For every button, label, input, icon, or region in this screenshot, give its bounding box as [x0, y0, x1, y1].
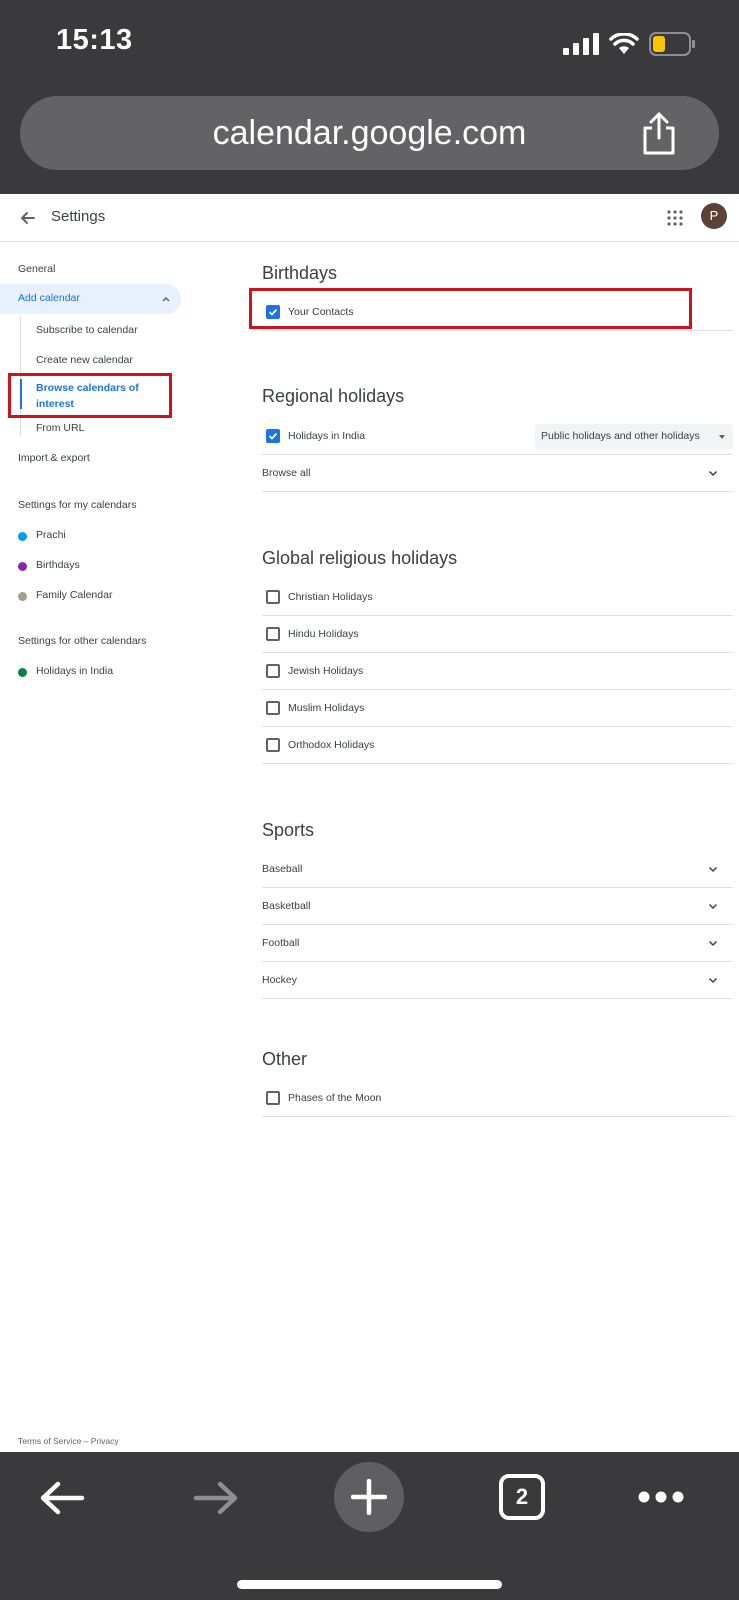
- sidebar-item-holidays-india[interactable]: Holidays in India: [36, 665, 113, 677]
- new-tab-button[interactable]: [334, 1462, 404, 1532]
- row-label: Your Contacts: [288, 306, 354, 318]
- chevron-down-icon[interactable]: [707, 900, 719, 912]
- sidebar-item-family-calendar[interactable]: Family Calendar: [36, 589, 112, 601]
- home-indicator[interactable]: [237, 1580, 502, 1589]
- page-title: Settings: [51, 208, 106, 225]
- back-arrow-icon[interactable]: [38, 1480, 86, 1516]
- list-item: Jewish Holidays: [262, 653, 733, 690]
- chevron-down-icon[interactable]: [707, 937, 719, 949]
- avatar[interactable]: P: [701, 203, 727, 229]
- sports-row-football[interactable]: Football: [262, 925, 733, 962]
- status-icons: [563, 30, 695, 58]
- list-item: Hindu Holidays: [262, 616, 733, 653]
- sidebar-item-label: Add calendar: [18, 292, 80, 304]
- checkbox-your-contacts[interactable]: [266, 305, 280, 319]
- sidebar-item-from-url[interactable]: From URL: [36, 422, 84, 434]
- list-item: Holidays in India Public holidays and ot…: [262, 418, 733, 455]
- row-label: Hindu Holidays: [288, 628, 359, 640]
- row-label: Holidays in India: [288, 430, 366, 442]
- row-label: Christian Holidays: [288, 591, 373, 603]
- row-label: Football: [262, 937, 300, 949]
- checkbox-muslim-holidays[interactable]: [266, 701, 280, 715]
- list-item: Your Contacts: [262, 294, 734, 331]
- chevron-down-icon[interactable]: [707, 467, 719, 479]
- status-time: 15:13: [56, 24, 133, 56]
- browser-bottom-bar: 2: [0, 1452, 739, 1600]
- dropdown-caret-icon: [719, 435, 725, 439]
- checkbox-orthodox-holidays[interactable]: [266, 738, 280, 752]
- row-label: Jewish Holidays: [288, 665, 364, 677]
- sidebar-heading-other-calendars: Settings for other calendars: [18, 635, 147, 647]
- calendar-color-dot: [18, 592, 27, 601]
- footer-links[interactable]: Terms of Service – Privacy: [18, 1436, 119, 1446]
- sidebar-heading-my-calendars: Settings for my calendars: [18, 499, 137, 511]
- sidebar-item-add-calendar[interactable]: Add calendar: [0, 284, 181, 314]
- back-arrow-icon[interactable]: [18, 208, 38, 228]
- more-options-icon[interactable]: [638, 1490, 684, 1504]
- browse-all-row[interactable]: Browse all: [262, 455, 733, 492]
- section-title-other: Other: [262, 1049, 308, 1069]
- list-item: Christian Holidays: [262, 579, 733, 616]
- chevron-down-icon[interactable]: [707, 974, 719, 986]
- sports-row-hockey[interactable]: Hockey: [262, 962, 733, 999]
- holiday-type-select[interactable]: Public holidays and other holidays: [535, 424, 733, 449]
- calendar-color-dot: [18, 562, 27, 571]
- row-label: Basketball: [262, 900, 311, 912]
- settings-sidebar: General Add calendar Subscribe to calend…: [0, 243, 200, 1443]
- forward-arrow-icon[interactable]: [192, 1480, 240, 1516]
- list-item: Muslim Holidays: [262, 690, 733, 727]
- list-item: Phases of the Moon: [262, 1080, 733, 1117]
- checkbox-christian-holidays[interactable]: [266, 590, 280, 604]
- sidebar-item-import-export[interactable]: Import & export: [18, 452, 90, 464]
- row-label: Browse all: [262, 467, 311, 479]
- browser-top-bar: 15:13 calendar.google.com: [0, 0, 739, 194]
- chevron-down-icon[interactable]: [707, 863, 719, 875]
- checkbox-holidays-india[interactable]: [266, 429, 280, 443]
- battery-icon: [649, 32, 695, 56]
- checkbox-hindu-holidays[interactable]: [266, 627, 280, 641]
- row-label: Hockey: [262, 974, 298, 986]
- checkmark-icon: [268, 308, 278, 316]
- row-label: Phases of the Moon: [288, 1092, 382, 1104]
- row-label: Muslim Holidays: [288, 702, 365, 714]
- highlight-box-sidebar: [8, 373, 172, 418]
- url-bar[interactable]: calendar.google.com: [20, 96, 719, 170]
- checkmark-icon: [268, 432, 278, 440]
- sidebar-item-subscribe[interactable]: Subscribe to calendar: [36, 324, 138, 336]
- plus-icon: [351, 1479, 387, 1515]
- sidebar-item-general[interactable]: General: [18, 263, 55, 275]
- tab-count-button[interactable]: 2: [499, 1474, 545, 1520]
- wifi-icon: [609, 33, 639, 54]
- calendar-color-dot: [18, 668, 27, 677]
- sidebar-item-create-new[interactable]: Create new calendar: [36, 354, 133, 366]
- section-title-regional: Regional holidays: [262, 386, 405, 406]
- sports-row-baseball[interactable]: Baseball: [262, 851, 733, 888]
- settings-header: Settings P: [0, 194, 739, 242]
- row-label: Orthodox Holidays: [288, 739, 375, 751]
- row-label: Baseball: [262, 863, 303, 875]
- url-text[interactable]: calendar.google.com: [20, 96, 719, 170]
- checkbox-phases-of-moon[interactable]: [266, 1091, 280, 1105]
- sidebar-item-prachi[interactable]: Prachi: [36, 529, 66, 541]
- share-icon[interactable]: [639, 110, 679, 156]
- section-title-sports: Sports: [262, 820, 315, 840]
- signal-icon: [563, 33, 599, 55]
- apps-grid-icon[interactable]: [667, 210, 683, 226]
- sidebar-item-birthdays[interactable]: Birthdays: [36, 559, 80, 571]
- checkbox-jewish-holidays[interactable]: [266, 664, 280, 678]
- section-title-birthdays: Birthdays: [262, 263, 338, 283]
- list-item: Orthodox Holidays: [262, 727, 733, 764]
- section-title-religious: Global religious holidays: [262, 548, 458, 568]
- chevron-up-icon: [162, 296, 170, 302]
- calendar-color-dot: [18, 532, 27, 541]
- sports-row-basketball[interactable]: Basketball: [262, 888, 733, 925]
- select-value: Public holidays and other holidays: [541, 430, 700, 442]
